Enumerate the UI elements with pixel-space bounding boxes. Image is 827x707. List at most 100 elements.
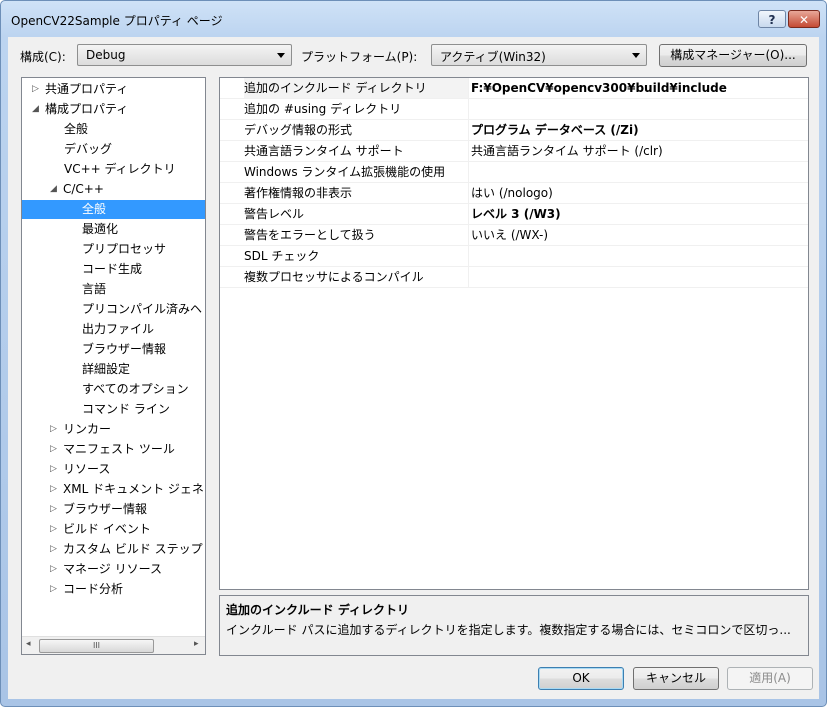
property-value[interactable]: レベル 3 (/W3) <box>471 204 806 224</box>
expand-arrow-icon[interactable]: ▷ <box>50 460 57 479</box>
scroll-left-icon[interactable]: ◂ <box>26 639 31 649</box>
property-name: 警告をエラーとして扱う <box>244 225 469 245</box>
help-button[interactable]: ? <box>758 10 786 28</box>
title-bar[interactable]: OpenCV22Sample プロパティ ページ ? ✕ <box>1 1 826 37</box>
tree-item[interactable]: ▷ ブラウザー情報 <box>22 500 205 519</box>
expand-arrow-icon[interactable]: ▷ <box>50 540 57 559</box>
tree-item[interactable]: VC++ ディレクトリ <box>22 160 205 179</box>
property-value[interactable]: いいえ (/WX-) <box>471 225 806 245</box>
tree-item[interactable]: すべてのオプション <box>22 380 205 399</box>
property-value[interactable] <box>471 246 806 266</box>
tree-item[interactable]: 言語 <box>22 280 205 299</box>
expand-arrow-icon[interactable]: ▷ <box>50 420 57 439</box>
tree-item[interactable]: 最適化 <box>22 220 205 239</box>
platform-value: アクティブ(Win32) <box>440 50 546 64</box>
tree-item[interactable]: 詳細設定 <box>22 360 205 379</box>
tree-item[interactable]: ▷ XML ドキュメント ジェネ <box>22 480 205 499</box>
apply-button[interactable]: 適用(A) <box>727 667 813 690</box>
config-dropdown[interactable]: Debug <box>77 44 292 66</box>
property-tree: ▷ 共通プロパティ ◢ 構成プロパティ 全般 デバッグ VC++ ディレクトリ ◢ C/C++ 全… <box>21 77 206 655</box>
property-row[interactable]: 追加の #using ディレクトリ <box>220 99 808 120</box>
property-row[interactable]: 共通言語ランタイム サポート 共通言語ランタイム サポート (/clr) <box>220 141 808 162</box>
tree-item-label: 共通プロパティ <box>45 82 129 96</box>
config-value: Debug <box>86 48 126 62</box>
property-value[interactable] <box>471 99 806 119</box>
tree-item[interactable]: コマンド ライン <box>22 400 205 419</box>
tree-item[interactable]: プリプロセッサ <box>22 240 205 259</box>
window-title: OpenCV22Sample プロパティ ページ <box>11 14 223 28</box>
property-name: デバッグ情報の形式 <box>244 120 469 140</box>
scroll-right-icon[interactable]: ▸ <box>194 639 199 649</box>
tree-item-label: コマンド ライン <box>82 402 170 416</box>
tree-item-label: リソース <box>63 462 111 476</box>
platform-dropdown[interactable]: アクティブ(Win32) <box>431 44 647 66</box>
expand-arrow-icon[interactable]: ▷ <box>50 580 57 599</box>
tree-item-label: コード生成 <box>82 262 143 276</box>
tree-item[interactable]: ▷ リソース <box>22 460 205 479</box>
tree-item-label: 全般 <box>64 122 89 136</box>
tree-item-label: XML ドキュメント ジェネ <box>63 482 204 496</box>
chevron-down-icon <box>632 53 640 58</box>
property-name: 共通言語ランタイム サポート <box>244 141 469 161</box>
tree-item[interactable]: デバッグ <box>22 140 205 159</box>
tree-item-label: コード分析 <box>63 582 124 596</box>
property-name: 追加のインクルード ディレクトリ <box>244 78 469 98</box>
property-row[interactable]: Windows ランタイム拡張機能の使用 <box>220 162 808 183</box>
tree-item[interactable]: 全般 <box>22 120 205 139</box>
tree-item[interactable]: コード生成 <box>22 260 205 279</box>
tree-item[interactable]: ◢ C/C++ <box>22 180 205 199</box>
tree-item[interactable]: ▷ ビルド イベント <box>22 520 205 539</box>
tree-item-label: ビルド イベント <box>63 522 151 536</box>
tree-item-label: C/C++ <box>63 182 104 196</box>
property-row[interactable]: 警告をエラーとして扱う いいえ (/WX-) <box>220 225 808 246</box>
tree-item[interactable]: ▷ 共通プロパティ <box>22 80 205 99</box>
tree-item[interactable]: ▷ カスタム ビルド ステップ <box>22 540 205 559</box>
dialog-body: 構成(C): Debug プラットフォーム(P): アクティブ(Win32) 構… <box>8 37 819 699</box>
tree-item[interactable]: 全般 <box>22 200 205 219</box>
close-button[interactable]: ✕ <box>788 10 820 28</box>
tree-item[interactable]: ▷ コード分析 <box>22 580 205 599</box>
ok-button[interactable]: OK <box>538 667 624 690</box>
property-row[interactable]: SDL チェック <box>220 246 808 267</box>
cancel-button[interactable]: キャンセル <box>633 667 719 690</box>
tree-item-label: 全般 <box>82 202 107 216</box>
expand-arrow-icon[interactable]: ▷ <box>50 500 57 519</box>
property-row[interactable]: 複数プロセッサによるコンパイル <box>220 267 808 288</box>
tree-horizontal-scrollbar[interactable]: ◂ III ▸ <box>22 636 205 654</box>
property-value[interactable] <box>471 162 806 182</box>
tree-item-label: マニフェスト ツール <box>63 442 175 456</box>
property-name: 著作権情報の非表示 <box>244 183 469 203</box>
tree-item-label: 構成プロパティ <box>45 102 129 116</box>
property-row[interactable]: 警告レベル レベル 3 (/W3) <box>220 204 808 225</box>
property-grid: 追加のインクルード ディレクトリ F:¥OpenCV¥opencv300¥buil… <box>219 77 809 590</box>
tree-item[interactable]: ◢ 構成プロパティ <box>22 100 205 119</box>
collapse-arrow-icon[interactable]: ◢ <box>50 180 57 199</box>
expand-arrow-icon[interactable]: ▷ <box>50 560 57 579</box>
expand-arrow-icon[interactable]: ▷ <box>50 480 57 499</box>
tree-item[interactable]: ▷ リンカー <box>22 420 205 439</box>
expand-arrow-icon[interactable]: ▷ <box>50 520 57 539</box>
collapse-arrow-icon[interactable]: ◢ <box>32 100 39 119</box>
scrollbar-thumb[interactable]: III <box>39 639 154 653</box>
property-value[interactable]: はい (/nologo) <box>471 183 806 203</box>
property-value[interactable] <box>471 267 806 287</box>
tree-item[interactable]: プリコンパイル済みヘ <box>22 300 205 319</box>
config-manager-button[interactable]: 構成マネージャー(O)... <box>659 44 807 67</box>
tree-item[interactable]: ブラウザー情報 <box>22 340 205 359</box>
chevron-down-icon <box>277 53 285 58</box>
tree-item-label: カスタム ビルド ステップ <box>63 542 203 556</box>
expand-arrow-icon[interactable]: ▷ <box>50 440 57 459</box>
config-label: 構成(C): <box>20 50 66 64</box>
property-row[interactable]: 追加のインクルード ディレクトリ F:¥OpenCV¥opencv300¥buil… <box>220 78 808 99</box>
tree-item[interactable]: ▷ マネージ リソース <box>22 560 205 579</box>
property-row[interactable]: 著作権情報の非表示 はい (/nologo) <box>220 183 808 204</box>
tree-item-label: 詳細設定 <box>82 362 131 376</box>
tree-item-label: 言語 <box>82 282 107 296</box>
tree-item[interactable]: 出力ファイル <box>22 320 205 339</box>
tree-item[interactable]: ▷ マニフェスト ツール <box>22 440 205 459</box>
property-value[interactable]: F:¥OpenCV¥opencv300¥build¥include <box>471 78 806 98</box>
property-value[interactable]: 共通言語ランタイム サポート (/clr) <box>471 141 806 161</box>
property-row[interactable]: デバッグ情報の形式 プログラム データベース (/Zi) <box>220 120 808 141</box>
expand-arrow-icon[interactable]: ▷ <box>32 80 39 99</box>
property-value[interactable]: プログラム データベース (/Zi) <box>471 120 806 140</box>
